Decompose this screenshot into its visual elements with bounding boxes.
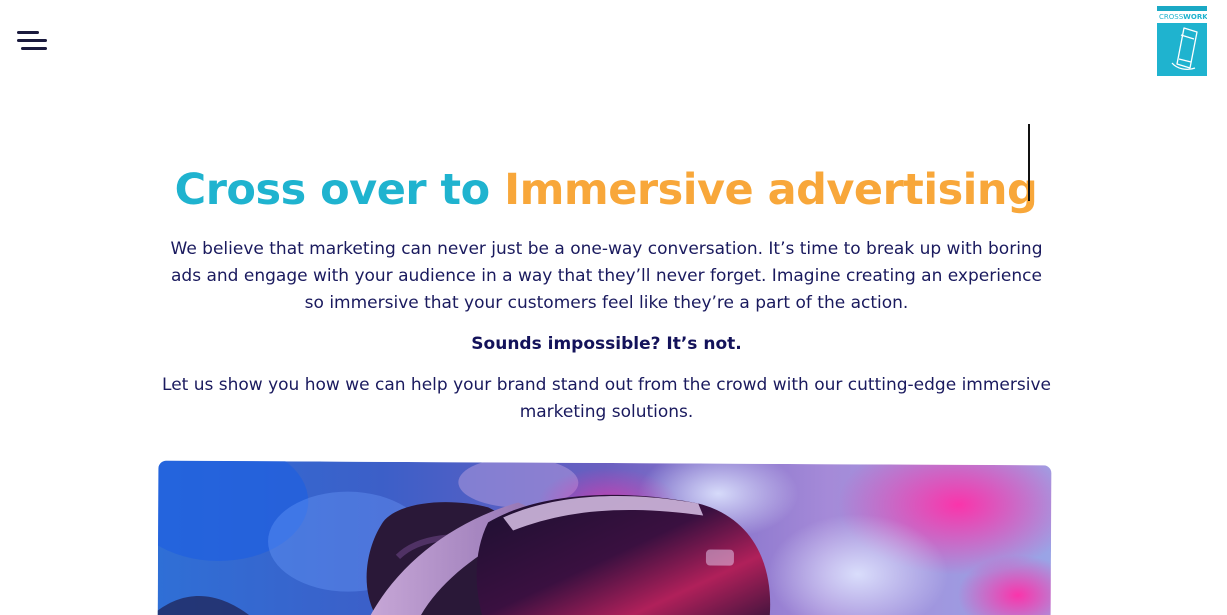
headline-orange-text: Immersive advertising: [504, 164, 1038, 215]
logo-phone-icon: [1171, 27, 1198, 70]
page-headline: Cross over to Immersive advertising: [0, 162, 1212, 218]
cta-paragraph: Let us show you how we can help your bra…: [162, 375, 1051, 422]
logo-wordmark: CROSSWORKS: [1157, 11, 1207, 23]
menu-line-bottom: [21, 47, 47, 50]
menu-line-middle: [17, 39, 47, 42]
menu-line-top: [17, 31, 39, 34]
logo-text-cross: CROSS: [1159, 13, 1184, 21]
headline-teal-text: Cross over to: [174, 164, 505, 215]
hamburger-menu-icon[interactable]: [17, 31, 49, 53]
page: CROSSWORKS Cross over to Immersive adver…: [0, 0, 1227, 615]
crossworks-logo[interactable]: CROSSWORKS: [1157, 6, 1207, 76]
tagline: Sounds impossible? It’s not.: [471, 334, 742, 354]
intro-paragraph: We believe that marketing can never just…: [170, 239, 1043, 313]
vr-headset-photo: [157, 460, 1052, 615]
logo-text-works: WORKS: [1183, 13, 1207, 21]
typing-cursor: [1028, 124, 1030, 201]
